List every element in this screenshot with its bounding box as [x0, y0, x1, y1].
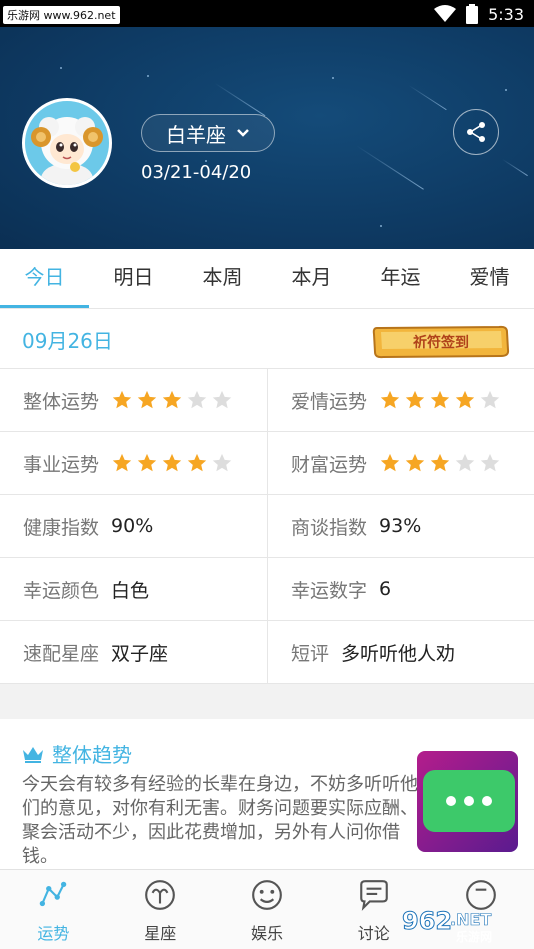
share-button[interactable] [453, 109, 499, 155]
fortune-row: 健康指数 90% 商谈指数 93% [0, 495, 534, 558]
fortune-label: 健康指数 [23, 516, 100, 539]
fortune-label: 商谈指数 [291, 516, 368, 539]
tab-4[interactable]: 年运 [356, 249, 445, 308]
fortune-cell: 速配星座 双子座 [0, 621, 267, 683]
status-time: 5:33 [488, 4, 524, 24]
fortune-value: 双子座 [111, 642, 169, 665]
star-empty-icon [455, 453, 475, 472]
site-logo: 962 .NET 乐游网 [402, 907, 493, 944]
nav-label: 运势 [37, 924, 70, 943]
fortune-value: 6 [379, 578, 392, 600]
fortune-label: 财富运势 [291, 453, 368, 476]
fortune-label: 速配星座 [23, 642, 100, 665]
battery-icon [466, 4, 479, 24]
star-empty-icon [212, 390, 232, 409]
star-filled-icon [137, 390, 157, 409]
status-bar: 乐游网 www.962.net 5:33 [0, 0, 534, 27]
fortune-label: 事业运势 [23, 453, 100, 476]
nav-label: 娱乐 [250, 924, 283, 943]
date-label: 09月26日 [22, 329, 113, 353]
star-filled-icon [430, 390, 450, 409]
sign-in-label: 祈符签到 [413, 334, 469, 351]
watermark-label: 乐游网 www.962.net [3, 6, 120, 24]
nav-item-2[interactable]: 娱乐 [214, 870, 321, 949]
fortune-cell: 爱情运势 [267, 369, 534, 431]
logo-suffix: .NET [450, 910, 491, 929]
star-filled-icon [455, 390, 475, 409]
star-filled-icon [112, 453, 132, 472]
tab-2[interactable]: 本周 [178, 249, 267, 308]
fortune-cell: 幸运颜色 白色 [0, 558, 267, 620]
aries-mascot-icon [31, 117, 103, 185]
trend-title: 整体趋势 [52, 743, 132, 767]
star-filled-icon [187, 453, 207, 472]
trend-text: 今天会有较多有经验的长辈在身边，不妨多听听他们的意见，对你有利无害。财务问题要实… [22, 774, 418, 867]
star-rating [379, 452, 501, 474]
tab-5[interactable]: 爱情 [445, 249, 534, 308]
fortune-cell: 商谈指数 93% [267, 495, 534, 557]
nav-item-0[interactable]: 运势 [0, 870, 107, 949]
fun-nav-icon [250, 878, 284, 916]
sign-in-button[interactable]: 祈符签到 [371, 324, 511, 360]
fortune-cell: 幸运数字 6 [267, 558, 534, 620]
nav-label: 讨论 [357, 924, 390, 943]
star-filled-icon [380, 390, 400, 409]
star-filled-icon [380, 453, 400, 472]
avatar[interactable] [22, 98, 112, 188]
star-filled-icon [405, 453, 425, 472]
fortune-row: 速配星座 双子座 短评 多听听他人劝 [0, 621, 534, 684]
crown-icon [23, 746, 43, 763]
star-empty-icon [480, 390, 500, 409]
fortune-value: 白色 [111, 579, 150, 602]
star-filled-icon [162, 390, 182, 409]
sign-selector[interactable]: 白羊座 [141, 114, 275, 152]
fortune-label: 短评 [291, 642, 330, 665]
star-empty-icon [187, 390, 207, 409]
share-icon [467, 122, 485, 142]
fortune-label: 爱情运势 [291, 390, 368, 413]
fortune-cell: 财富运势 [267, 432, 534, 494]
nav-item-1[interactable]: 星座 [107, 870, 214, 949]
tab-1[interactable]: 明日 [89, 249, 178, 308]
star-filled-icon [137, 453, 157, 472]
wifi-icon [434, 5, 457, 22]
fortune-cell: 整体运势 [0, 369, 267, 431]
star-rating [379, 389, 501, 411]
tab-3[interactable]: 本月 [267, 249, 356, 308]
fortune-row: 幸运颜色 白色 幸运数字 6 [0, 558, 534, 621]
logo-sub: 乐游网 [456, 929, 492, 943]
star-filled-icon [405, 390, 425, 409]
fortune-label: 幸运颜色 [23, 579, 100, 602]
discussion-nav-icon [357, 878, 391, 916]
fortune-cell: 事业运势 [0, 432, 267, 494]
sign-name: 白羊座 [166, 122, 226, 147]
logo-main: 962 [402, 907, 452, 935]
fortune-cell: 短评 多听听他人劝 [267, 621, 534, 683]
fortune-value: 93% [379, 515, 422, 537]
chevron-down-icon [237, 129, 249, 137]
fortune-row: 事业运势 财富运势 [0, 432, 534, 495]
fortune-label: 幸运数字 [291, 579, 368, 602]
fortune-label: 整体运势 [23, 390, 100, 413]
chat-bubble-icon[interactable] [423, 770, 515, 832]
star-filled-icon [162, 453, 182, 472]
fortune-nav-icon [36, 878, 70, 916]
fortune-value: 90% [111, 515, 154, 537]
fortune-value: 多听听他人劝 [341, 642, 456, 665]
star-rating [111, 452, 233, 474]
star-empty-icon [480, 453, 500, 472]
tab-0[interactable]: 今日 [0, 249, 89, 308]
fortune-grid: 整体运势 爱情运势 事业运势 财富运势 健康指数 90% 商谈指数 93% 幸运颜色 白色 幸运数字… [0, 369, 534, 684]
sign-date-range: 03/21-04/20 [141, 162, 252, 183]
fortune-cell: 健康指数 90% [0, 495, 267, 557]
period-tabs: 今日 明日 本周 本月 年运 爱情 [0, 249, 534, 309]
zodiac-nav-icon [143, 878, 177, 916]
star-empty-icon [212, 453, 232, 472]
nav-label: 星座 [144, 924, 177, 943]
fortune-row: 整体运势 爱情运势 [0, 369, 534, 432]
star-filled-icon [112, 390, 132, 409]
star-rating [111, 389, 233, 411]
star-filled-icon [430, 453, 450, 472]
